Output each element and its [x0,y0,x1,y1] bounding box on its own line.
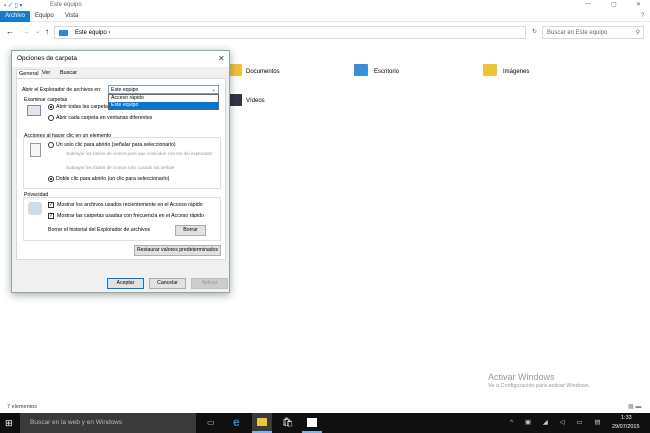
open-label: Abrir el Explorador de archivos en: [22,87,102,93]
store-icon[interactable]: 🛍 [282,417,293,428]
option-este-equipo[interactable]: Este equipo [109,102,218,109]
radio-same-window[interactable] [48,104,54,110]
activation-watermark: Activar Windows Ve a Configuración para … [488,372,591,389]
cancel-button[interactable]: Cancelar [149,278,186,289]
privacy-icon [28,202,42,215]
open-location-options: Acceso rápido Este equipo [108,94,219,110]
folder-icon [228,64,242,76]
quick-access-icons[interactable]: ▪ ✓ ▯ ▾ [4,2,40,9]
ribbon: Archivo Equipo Vista ? [0,11,650,22]
dialog-close-button[interactable]: ✕ [218,54,225,63]
maximize-button[interactable]: ▢ [611,1,617,8]
restore-defaults-button[interactable]: Restaurar valores predeterminados [134,245,221,256]
tab-ver[interactable]: Ver [40,69,52,78]
item-documentos[interactable]: Documentos [228,64,308,80]
dialog-title: Opciones de carpeta [12,51,229,67]
radio-single-click[interactable] [48,142,54,148]
search-input[interactable]: Buscar en Este equipo ⚲ [542,26,644,39]
folder-icon [483,64,497,76]
item-escritorio[interactable]: Escritorio [354,64,434,80]
edge-icon[interactable]: e [233,415,240,429]
breadcrumb: Este equipo [75,30,107,36]
address-bar-row: ← → ⌄ ↑ Este equipo › ↻ Buscar en Este e… [0,24,650,41]
open-location-select[interactable]: Este equipo ⌄ [108,85,219,94]
clock-date[interactable]: 29/07/2015 [612,424,640,430]
forward-button[interactable]: → [22,27,30,36]
minimize-button[interactable]: — [585,1,591,7]
chevron-down-icon: ⌄ [211,87,216,93]
radio-double-click[interactable] [48,176,54,182]
video-folder-icon [228,94,242,106]
search-icon: ⚲ [635,30,640,36]
status-count: 7 elementos [7,404,37,410]
radio-new-window[interactable] [48,115,54,121]
tab-buscar[interactable]: Buscar [58,69,79,78]
tab-archivo[interactable]: Archivo [0,11,31,22]
folder-icon [354,64,368,76]
underline-always-option: Subrayar los títulos de iconos para que … [66,151,213,156]
item-imagenes[interactable]: Imágenes [483,64,563,80]
clear-button[interactable]: Borrar [175,225,206,236]
task-view-icon[interactable]: ▭ [207,418,215,427]
cursor-icon [30,143,41,157]
help-icon[interactable]: ? [641,13,644,19]
window-title: Este equipo [50,2,82,8]
browse-title: Examinar carpetas [24,97,68,103]
checkbox-frequent-folders[interactable]: ✓ [48,213,54,219]
movies-app-icon[interactable] [302,413,322,433]
option-acceso-rapido[interactable]: Acceso rápido [109,95,218,102]
browse-icon [27,105,41,116]
folder-options-dialog: Opciones de carpeta ✕ General Ver Buscar… [11,50,230,293]
back-button[interactable]: ← [6,27,14,36]
tab-general[interactable]: General [16,69,42,78]
ok-button[interactable]: Aceptar [107,278,144,289]
up-button[interactable]: ↑ [45,27,49,36]
taskbar-search-input[interactable]: Buscar en la web y en Windows [20,413,196,433]
view-toggle[interactable]: ▦ ▬ [628,403,641,410]
refresh-button[interactable]: ↻ [532,28,537,35]
system-tray-icons[interactable]: ^ ▣ ◢ ◁ ▭ ▤ [510,418,606,426]
recent-dropdown[interactable]: ⌄ [35,28,40,35]
apply-button[interactable]: Aplicar [191,278,228,289]
clock-time[interactable]: 1:33 [621,415,632,421]
address-input[interactable]: Este equipo › [54,26,526,39]
tab-equipo[interactable]: Equipo [30,11,59,22]
underline-hover-option: Subrayar los títulos de iconos solo cuan… [66,165,175,170]
item-videos[interactable]: Vídeos [228,94,308,110]
pc-icon [59,30,68,36]
start-button[interactable]: ⊞ [5,418,13,429]
title-bar: ▪ ✓ ▯ ▾ Este equipo — ▢ ✕ [0,0,650,11]
close-button[interactable]: ✕ [636,1,641,8]
taskbar: ⊞ Buscar en la web y en Windows ▭ e 🛍 ^ … [0,413,650,433]
clear-history-label: Borrar el historial del Explorador de ar… [48,227,151,233]
file-explorer-taskbar-icon[interactable] [252,413,272,433]
general-panel: Abrir el Explorador de archivos en: Exam… [16,78,226,260]
checkbox-recent-files[interactable]: ✓ [48,202,54,208]
tab-vista[interactable]: Vista [60,11,83,22]
